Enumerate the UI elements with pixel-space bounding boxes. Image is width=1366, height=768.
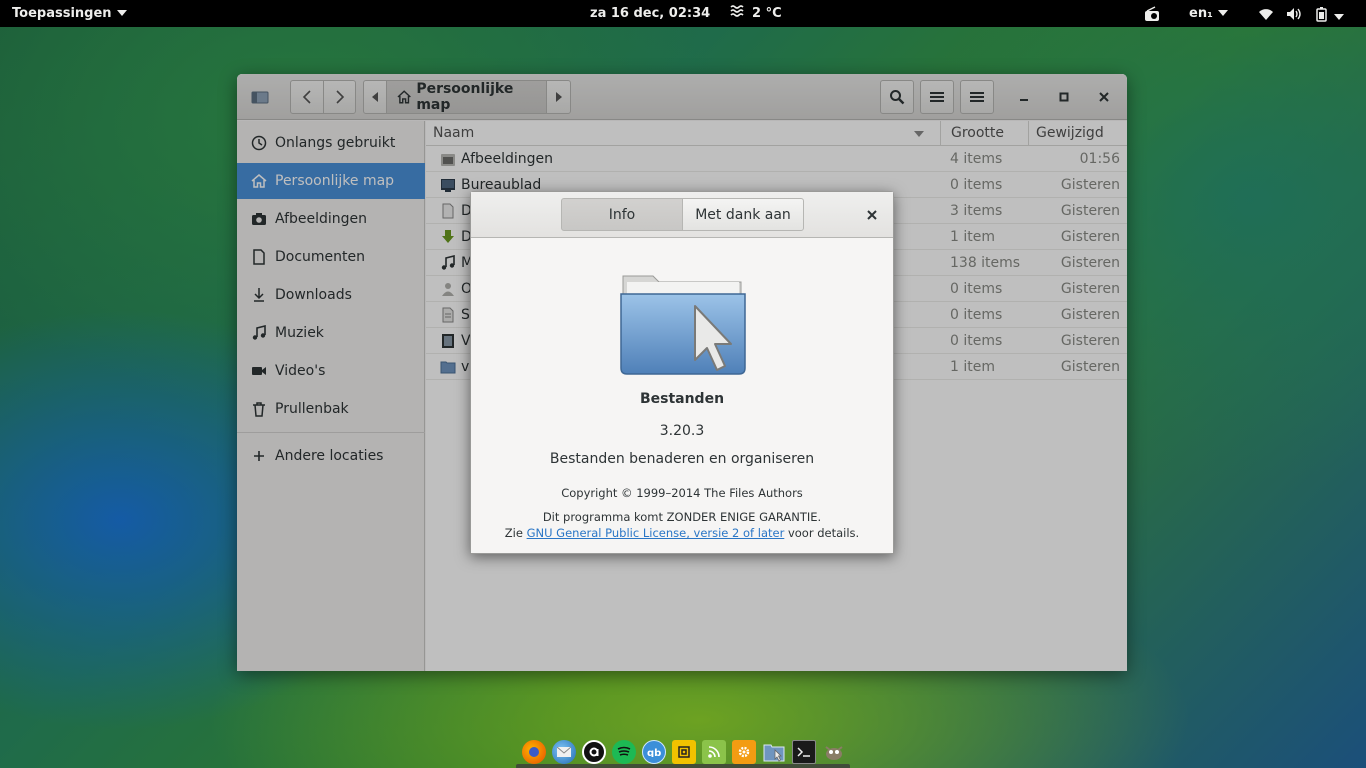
gimp-icon[interactable] — [822, 740, 846, 764]
app-name: Bestanden — [639, 391, 725, 407]
amazon-icon[interactable] — [582, 740, 606, 764]
app-license: Zie GNU General Public License, versie 2… — [471, 526, 893, 540]
chevron-down-icon — [1217, 9, 1228, 16]
radio-icon[interactable] — [1144, 6, 1160, 22]
weather-indicator[interactable]: 2 °C — [730, 0, 782, 27]
app-icon[interactable] — [672, 740, 696, 764]
settings-icon[interactable] — [732, 740, 756, 764]
keyboard-layout-label: en₁ — [1189, 6, 1213, 21]
svg-text:qb: qb — [647, 748, 661, 757]
spotify-icon[interactable] — [612, 740, 636, 764]
applications-menu-label: Toepassingen — [12, 6, 112, 21]
chevron-down-icon — [116, 9, 127, 16]
license-link[interactable]: GNU General Public License, versie 2 of … — [527, 526, 785, 540]
keyboard-layout-indicator[interactable]: en₁ — [1189, 0, 1228, 27]
files-app-logo-icon — [620, 275, 746, 375]
rss-icon[interactable] — [702, 740, 726, 764]
thunderbird-icon[interactable] — [552, 740, 576, 764]
license-prefix: Zie — [504, 526, 527, 540]
license-suffix: voor details. — [784, 526, 860, 540]
dock-background — [516, 764, 850, 768]
fog-icon — [730, 0, 746, 27]
clock[interactable]: za 16 dec, 02:34 — [590, 0, 710, 27]
chevron-down-icon — [1334, 13, 1344, 20]
dock: qb — [516, 736, 850, 768]
about-dialog: Info Met dank aan Bestanden 3.20.3 Besta… — [470, 191, 894, 554]
tab-info[interactable]: Info — [561, 198, 683, 231]
top-bar: Toepassingen za 16 dec, 02:34 2 °C en₁ — [0, 0, 1366, 27]
app-description: Bestanden benaderen en organiseren — [549, 451, 815, 467]
app-warranty: Dit programma komt ZONDER ENIGE GARANTIE… — [542, 510, 822, 524]
tab-credits[interactable]: Met dank aan — [682, 198, 804, 231]
volume-icon[interactable] — [1286, 6, 1302, 22]
wifi-icon[interactable] — [1258, 6, 1274, 22]
app-version: 3.20.3 — [659, 423, 705, 439]
terminal-icon[interactable] — [792, 740, 816, 764]
files-icon[interactable] — [762, 740, 786, 764]
temperature: 2 °C — [752, 6, 782, 21]
power-icon[interactable] — [1314, 6, 1330, 22]
close-icon — [867, 210, 877, 220]
app-copyright: Copyright © 1999–2014 The Files Authors — [561, 486, 803, 500]
qbittorrent-icon[interactable]: qb — [642, 740, 666, 764]
about-dialog-header: Info Met dank aan — [471, 192, 893, 238]
about-close-button[interactable] — [863, 206, 881, 224]
applications-menu[interactable]: Toepassingen — [12, 0, 127, 27]
firefox-icon[interactable] — [522, 740, 546, 764]
system-menu-caret[interactable] — [1334, 10, 1344, 20]
